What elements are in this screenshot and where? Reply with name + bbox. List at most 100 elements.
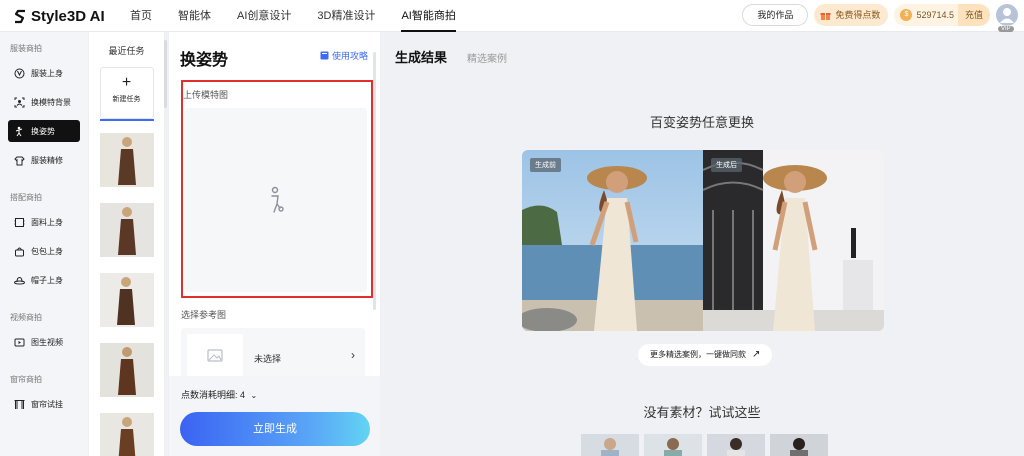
sidebar-item-label: 换模特背景 <box>31 97 71 107</box>
task-thumbnail[interactable] <box>99 133 154 187</box>
curtain-icon <box>14 399 25 409</box>
sidebar-item-label: 图生视频 <box>31 337 63 347</box>
upload-model-label: 上传模特图 <box>183 90 229 100</box>
terrace-model-image <box>703 150 884 331</box>
sample-model-image <box>581 434 639 456</box>
recharge-button[interactable]: 充值 <box>957 4 990 26</box>
generate-now-button[interactable]: 立即生成 <box>180 412 370 446</box>
sidebar-item-garment-refine[interactable]: 服装精修 <box>8 149 80 171</box>
nav-agent[interactable]: 智能体 <box>178 0 211 32</box>
sample-image[interactable] <box>581 434 639 456</box>
reference-image-label: 选择参考图 <box>181 310 227 320</box>
nav-ai-commercial-shoot[interactable]: AI智能商拍 <box>401 0 457 32</box>
tab-results[interactable]: 生成结果 <box>395 47 447 66</box>
sidebar-item-label: 帽子上身 <box>31 275 63 285</box>
nav-home[interactable]: 首页 <box>130 0 152 32</box>
free-points-label: 免费得点数 <box>835 10 881 20</box>
sidebar-section-title: 服装商拍 <box>10 44 42 53</box>
sample-image[interactable] <box>644 434 702 456</box>
points-cost-label: 点数消耗明细: 4 <box>181 390 246 400</box>
points-balance: $ 529714.5 充值 <box>894 4 990 26</box>
upload-model-dropzone[interactable] <box>185 108 367 292</box>
my-works-button[interactable]: 我的作品 <box>742 4 809 26</box>
model-thumbnail-image <box>99 413 154 456</box>
logo-text: Style3D AI <box>31 8 105 25</box>
left-sidebar: 服装商拍 服装上身 换模特背景 换姿势 服装精修 搭配商拍 面料上身 包包上身 … <box>0 32 88 456</box>
reference-value: 未选择 <box>254 354 282 364</box>
sidebar-item-label: 窗帘试挂 <box>31 399 63 409</box>
sidebar-item-garment-on-model[interactable]: 服装上身 <box>8 62 80 84</box>
tab-featured-cases[interactable]: 精选案例 <box>467 50 507 65</box>
sample-heading: 没有素材？试试这些 <box>643 405 761 420</box>
change-pose-panel: 换姿势 使用攻略 上传模特图 选择参考图 未选择 › 点数消耗明细: 4 ⌄ 立… <box>168 32 380 456</box>
sample-model-image <box>644 434 702 456</box>
chevron-right-icon: › <box>351 348 355 362</box>
after-badge: 生成后 <box>711 158 742 172</box>
coin-icon: $ <box>900 9 913 21</box>
sidebar-item-change-pose[interactable]: 换姿势 <box>8 120 80 142</box>
usage-guide-link[interactable]: 使用攻略 <box>320 49 368 62</box>
scan-person-icon <box>14 97 25 107</box>
hanger-icon <box>14 68 25 78</box>
pose-icon <box>15 126 23 136</box>
hat-icon <box>14 276 25 284</box>
nav-ai-creative-design[interactable]: AI创意设计 <box>237 0 291 32</box>
sidebar-item-fabric[interactable]: 面料上身 <box>8 211 80 233</box>
sidebar-item-label: 包包上身 <box>31 246 63 256</box>
reference-placeholder <box>187 334 243 378</box>
free-points-button[interactable]: 免费得点数 <box>814 4 889 26</box>
panel-title: 换姿势 <box>180 52 229 69</box>
points-cost-detail[interactable]: 点数消耗明细: 4 ⌄ <box>181 388 257 401</box>
sidebar-item-image-to-video[interactable]: 图生视频 <box>8 331 80 353</box>
recent-tasks-panel: 最近任务 + 新建任务 <box>88 32 164 456</box>
plus-icon: + <box>121 74 132 91</box>
user-avatar[interactable]: VIP <box>996 4 1018 32</box>
recent-scrollbar[interactable] <box>164 40 167 108</box>
showcase-headline: 百变姿势任意更换 <box>649 115 754 130</box>
sample-image[interactable] <box>770 434 828 456</box>
sidebar-item-curtain[interactable]: 窗帘试挂 <box>8 393 80 415</box>
app-logo[interactable]: Style3D AI <box>14 8 105 25</box>
sample-model-image <box>770 434 828 456</box>
nav-3d-precise-design[interactable]: 3D精准设计 <box>317 0 375 32</box>
model-thumbnail-image <box>99 133 154 187</box>
task-thumbnail[interactable] <box>99 203 154 257</box>
image-placeholder-icon <box>207 349 223 362</box>
panel-scrollbar[interactable] <box>373 52 376 310</box>
sidebar-section-title: 视频商拍 <box>10 313 42 322</box>
task-thumbnail[interactable] <box>99 413 154 456</box>
generate-footer: 点数消耗明细: 4 ⌄ 立即生成 <box>169 376 380 456</box>
reference-image-selector[interactable]: 未选择 › <box>181 328 365 380</box>
sidebar-item-bag[interactable]: 包包上身 <box>8 240 80 262</box>
more-cases-label: 更多精选案例，一键做同款 <box>650 350 746 359</box>
arrow-up-right-icon: ↗ <box>752 349 761 360</box>
after-image: 生成后 <box>703 150 884 331</box>
before-after-comparison: 生成前 生成后 <box>522 150 884 331</box>
shirt-sparkle-icon <box>14 156 25 165</box>
task-thumbnail[interactable] <box>99 273 154 327</box>
new-task-label: 新建任务 <box>112 96 141 103</box>
bag-icon <box>15 247 24 256</box>
model-thumbnail-image <box>99 203 154 257</box>
beach-model-image <box>522 150 703 331</box>
sidebar-section-title: 搭配商拍 <box>10 193 42 202</box>
main-nav: 首页 智能体 AI创意设计 3D精准设计 AI智能商拍 <box>130 0 482 32</box>
gift-icon <box>820 12 831 20</box>
sidebar-item-label: 服装精修 <box>31 155 63 165</box>
usage-guide-label: 使用攻略 <box>331 51 368 61</box>
before-image: 生成前 <box>522 150 703 331</box>
task-thumbnail[interactable] <box>99 343 154 397</box>
model-thumbnail-image <box>99 273 154 327</box>
top-bar: Style3D AI 首页 智能体 AI创意设计 3D精准设计 AI智能商拍 我… <box>0 0 1024 32</box>
before-badge: 生成前 <box>530 158 561 172</box>
new-task-button[interactable]: + 新建任务 <box>99 67 154 121</box>
points-value: 529714.5 <box>916 10 954 20</box>
logo-icon <box>14 9 25 24</box>
more-cases-button[interactable]: 更多精选案例，一键做同款 ↗ <box>638 344 773 366</box>
sample-image[interactable] <box>707 434 765 456</box>
sidebar-item-label: 换姿势 <box>31 126 55 136</box>
model-thumbnail-image <box>99 343 154 397</box>
sidebar-item-label: 面料上身 <box>31 217 63 227</box>
sidebar-item-hat[interactable]: 帽子上身 <box>8 269 80 291</box>
sidebar-item-change-background[interactable]: 换模特背景 <box>8 91 80 113</box>
